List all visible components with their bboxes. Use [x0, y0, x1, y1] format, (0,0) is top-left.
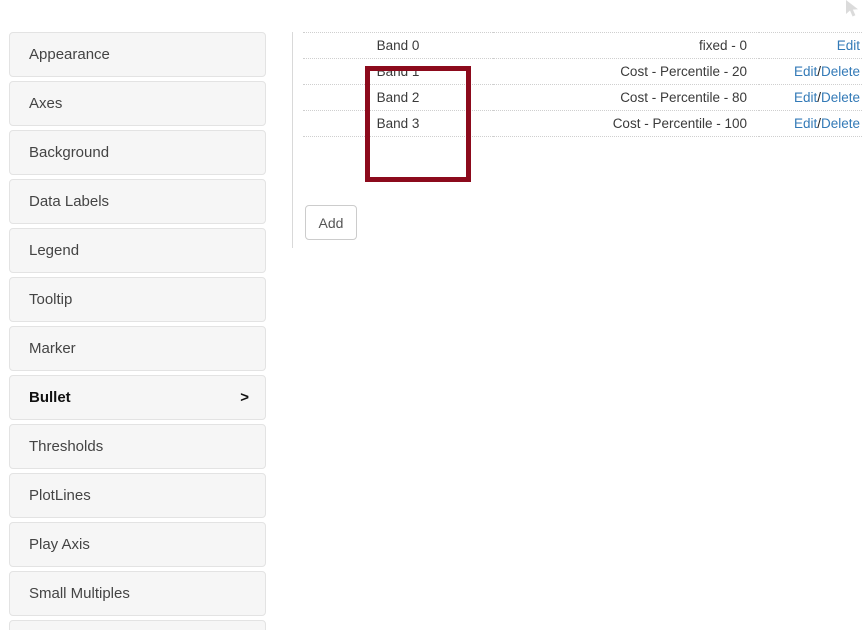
sidebar-item-bullet[interactable]: Bullet > — [9, 375, 266, 420]
sidebar-item-item-12[interactable] — [9, 620, 266, 630]
sidebar-item-tooltip[interactable]: Tooltip — [9, 277, 266, 322]
sidebar-item-legend[interactable]: Legend — [9, 228, 266, 273]
delete-band-link[interactable]: Delete — [821, 116, 860, 131]
edit-band-link[interactable]: Edit — [794, 64, 817, 79]
band-name-cell: Band 0 — [303, 32, 493, 59]
sidebar-item-thresholds[interactable]: Thresholds — [9, 424, 266, 469]
band-value-cell: Cost - Percentile - 20 — [493, 58, 759, 85]
sidebar-item-label: PlotLines — [29, 487, 91, 504]
sidebar-item-label: Axes — [29, 95, 63, 112]
band-actions-cell: Edit/Delete — [759, 110, 862, 137]
sidebar-item-label: Tooltip — [29, 291, 73, 308]
cursor-arrow-icon — [846, 0, 858, 17]
chevron-right-icon: > — [240, 389, 249, 406]
edit-band-link[interactable]: Edit — [837, 38, 860, 53]
sidebar-item-label: Marker — [29, 340, 76, 357]
add-band-button[interactable]: Add — [305, 205, 357, 240]
sidebar-item-play-axis[interactable]: Play Axis — [9, 522, 266, 567]
sidebar-item-small-multiples[interactable]: Small Multiples — [9, 571, 266, 616]
sidebar-item-label: Legend — [29, 242, 80, 259]
settings-sidebar: Appearance Axes Background Data Labels Legen… — [0, 32, 280, 630]
sidebar-item-label: Small Multiples — [29, 585, 130, 602]
table-row: Band 2 Cost - Percentile - 80 Edit/Delete — [303, 84, 862, 111]
sidebar-item-label: Play Axis — [29, 536, 90, 553]
band-value-cell: Cost - Percentile - 80 — [493, 84, 759, 111]
bullet-bands-panel: Band 0 fixed - 0 Edit Band 1 Cost - Percenti… — [303, 32, 862, 137]
sidebar-item-plotlines[interactable]: PlotLines — [9, 473, 266, 518]
sidebar-item-label: Appearance — [29, 46, 110, 63]
sidebar-item-background[interactable]: Background — [9, 130, 266, 175]
content-divider — [292, 32, 293, 248]
band-value-cell: fixed - 0 — [493, 32, 759, 59]
delete-band-link[interactable]: Delete — [821, 64, 860, 79]
edit-band-link[interactable]: Edit — [794, 90, 817, 105]
band-value-cell: Cost - Percentile - 100 — [493, 110, 759, 137]
sidebar-item-appearance[interactable]: Appearance — [9, 32, 266, 77]
band-actions-cell: Edit/Delete — [759, 84, 862, 111]
sidebar-item-marker[interactable]: Marker — [9, 326, 266, 371]
sidebar-item-label: Bullet — [29, 389, 71, 406]
band-name-cell: Band 3 — [303, 110, 493, 137]
sidebar-item-data-labels[interactable]: Data Labels — [9, 179, 266, 224]
band-name-cell: Band 2 — [303, 84, 493, 111]
table-row: Band 3 Cost - Percentile - 100 Edit/Delete — [303, 110, 862, 137]
band-actions-cell: Edit — [759, 32, 862, 59]
table-row: Band 0 fixed - 0 Edit — [303, 32, 862, 59]
delete-band-link[interactable]: Delete — [821, 90, 860, 105]
edit-band-link[interactable]: Edit — [794, 116, 817, 131]
settings-panel: Appearance Axes Background Data Labels Legen… — [0, 0, 862, 630]
bands-table: Band 0 fixed - 0 Edit Band 1 Cost - Percenti… — [303, 32, 862, 137]
sidebar-item-axes[interactable]: Axes — [9, 81, 266, 126]
band-actions-cell: Edit/Delete — [759, 58, 862, 85]
sidebar-item-label: Thresholds — [29, 438, 104, 455]
sidebar-item-label: Data Labels — [29, 193, 110, 210]
sidebar-item-label: Background — [29, 144, 110, 161]
table-row: Band 1 Cost - Percentile - 20 Edit/Delete — [303, 58, 862, 85]
band-name-cell: Band 1 — [303, 58, 493, 85]
